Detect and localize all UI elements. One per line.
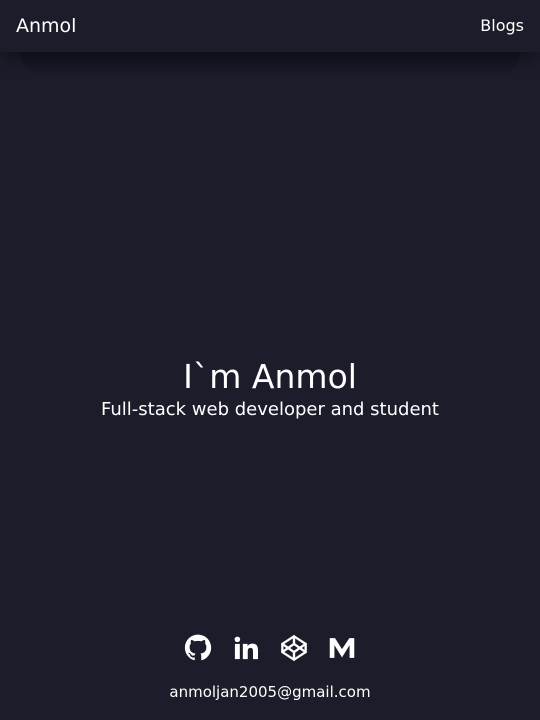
- social-links: [0, 634, 540, 662]
- codepen-icon: [281, 635, 307, 661]
- medium-link[interactable]: [328, 634, 356, 662]
- github-link[interactable]: [184, 634, 212, 662]
- codepen-link[interactable]: [280, 634, 308, 662]
- linkedin-icon: [234, 636, 259, 660]
- navbar: Anmol Blogs: [0, 0, 540, 76]
- email-link[interactable]: anmoljan2005@gmail.com: [0, 682, 540, 702]
- nav-link-blogs[interactable]: Blogs: [480, 16, 524, 36]
- brand-link[interactable]: Anmol: [16, 14, 76, 38]
- github-icon: [184, 634, 212, 661]
- hero-section: I`m Anmol Full-stack web developer and s…: [0, 356, 540, 422]
- medium-icon: [329, 638, 355, 658]
- hero-subtitle: Full-stack web developer and student: [101, 399, 439, 420]
- hero-title: I`m Anmol: [183, 357, 357, 396]
- linkedin-link[interactable]: [232, 634, 260, 662]
